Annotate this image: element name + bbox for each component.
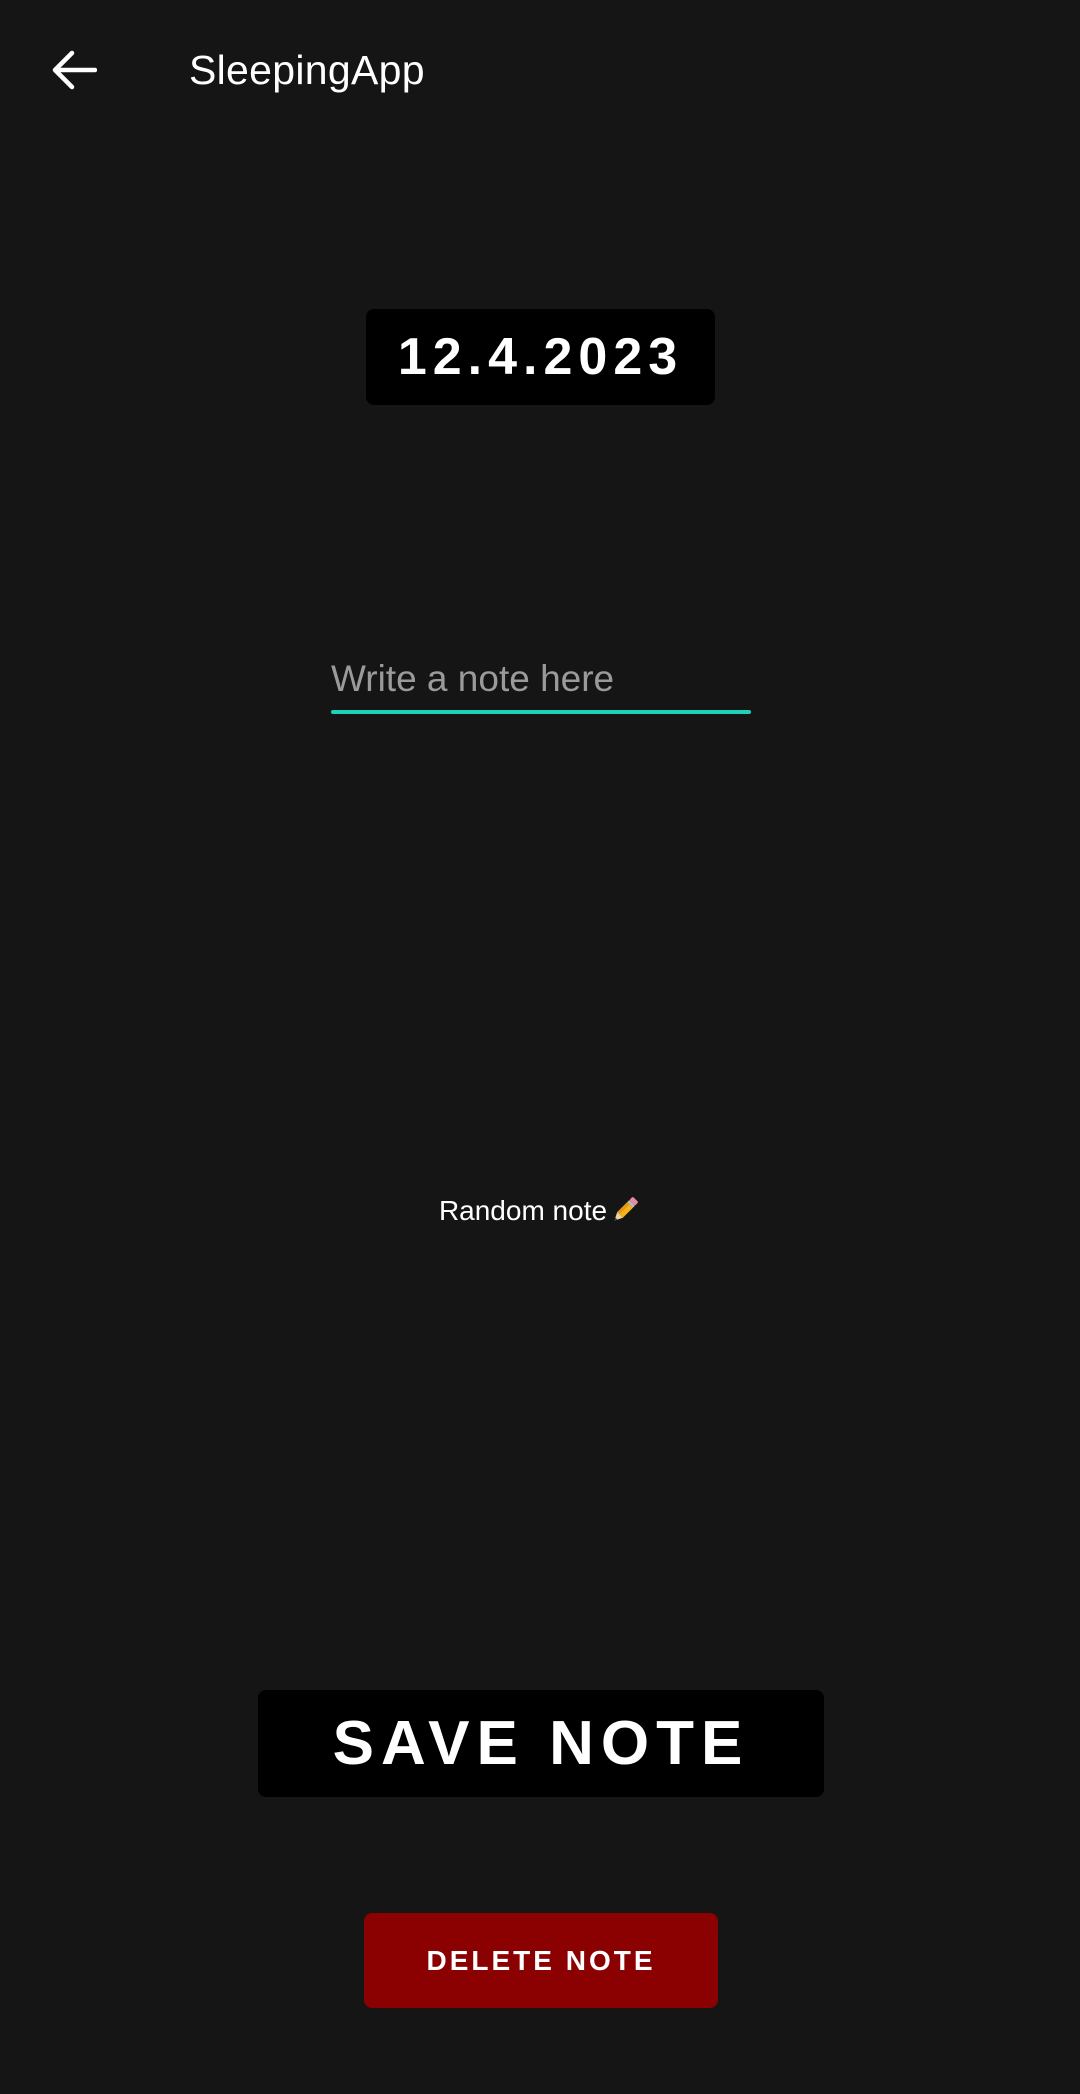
app-title: SleepingApp [189,47,425,93]
arrow-left-icon [51,50,97,90]
back-button[interactable] [38,34,110,106]
note-input-underline [331,710,751,714]
date-selector[interactable]: 12.4.2023 [366,309,715,405]
app-bar: SleepingApp [0,0,1080,140]
note-screen: SleepingApp 12.4.2023 Random note SAVE N… [0,0,1080,2094]
save-note-label: SAVE NOTE [332,1709,750,1778]
pencil-icon [609,1194,641,1237]
save-note-button[interactable]: SAVE NOTE [258,1690,824,1797]
note-label-text: Random note [438,1195,608,1226]
note-input[interactable] [331,648,751,710]
delete-note-button[interactable]: DELETE NOTE [364,1913,718,2008]
delete-note-label: DELETE NOTE [426,1944,656,1976]
note-field [331,648,751,714]
date-value: 12.4.2023 [397,328,684,386]
note-label: Random note [0,1191,1080,1237]
